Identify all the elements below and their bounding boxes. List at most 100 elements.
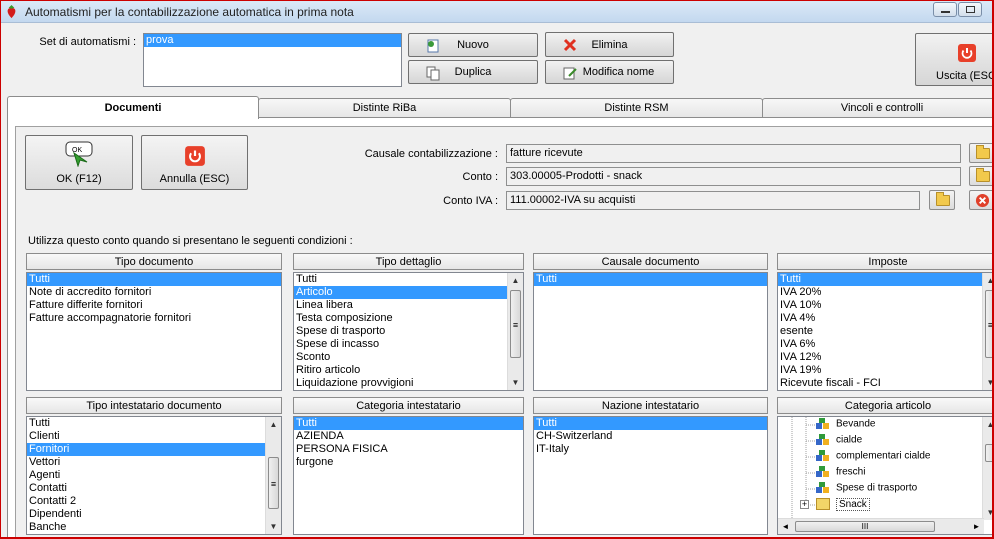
tree-node-cialde[interactable]: cialde	[816, 434, 862, 450]
tree-node-complementari-cialde[interactable]: complementari cialde	[816, 450, 931, 466]
list-item[interactable]: Testa composizione	[294, 312, 523, 325]
scroll-down-arrow[interactable]: ▼	[983, 505, 992, 520]
tree-node-spese-trasporto[interactable]: Spese di trasporto	[816, 482, 917, 498]
set-item[interactable]: prova	[144, 34, 401, 47]
scroll-down-arrow[interactable]: ▼	[508, 375, 523, 390]
horizontal-scrollbar[interactable]: ◄ III ►	[778, 518, 984, 534]
maximize-button[interactable]	[958, 2, 982, 17]
vertical-scrollbar[interactable]: ▲ ▼	[982, 417, 992, 520]
list-item[interactable]: Vettori	[27, 456, 281, 469]
list-item[interactable]: Liquidazione provvigioni	[294, 377, 523, 390]
tipo-dettaglio-list[interactable]: Tutti Articolo Linea libera Testa compos…	[293, 272, 524, 391]
list-item[interactable]: Tutti	[27, 273, 281, 286]
list-item[interactable]: Linea libera	[294, 299, 523, 312]
list-item[interactable]: CH-Switzerland	[534, 430, 767, 443]
scroll-thumb[interactable]: III	[795, 521, 935, 532]
causale-browse-button[interactable]	[969, 143, 992, 163]
scroll-down-arrow[interactable]: ▼	[266, 519, 281, 534]
scroll-up-arrow[interactable]: ▲	[266, 417, 281, 432]
scroll-up-arrow[interactable]: ▲	[983, 273, 992, 288]
list-item[interactable]: IVA 12%	[778, 351, 992, 364]
modifica-nome-button[interactable]: Modifica nome	[545, 60, 674, 84]
vertical-scrollbar[interactable]: ▲ ≡ ▼	[507, 273, 523, 390]
power-icon	[958, 44, 976, 62]
list-item[interactable]: Articolo	[294, 286, 507, 299]
categoria-intestatario-list[interactable]: Tutti AZIENDA PERSONA FISICA furgone	[293, 416, 524, 535]
causale-field[interactable]: fatture ricevute	[506, 144, 961, 163]
list-item[interactable]: IVA 20%	[778, 286, 992, 299]
tree-node-freschi[interactable]: freschi	[816, 466, 865, 482]
list-item[interactable]: IVA 4%	[778, 312, 992, 325]
list-item[interactable]: IT-Italy	[534, 443, 767, 456]
conto-iva-browse-button[interactable]	[929, 190, 955, 210]
list-item[interactable]: Ricevute fiscali - FCI	[778, 377, 992, 390]
tab-distinte-rsm[interactable]: Distinte RSM	[510, 98, 763, 118]
categoria-articolo-tree[interactable]: Bevande cialde complementari cialde fres…	[777, 416, 992, 535]
new-document-icon	[427, 39, 439, 53]
list-item[interactable]: Banche	[27, 521, 281, 534]
conto-field[interactable]: 303.00005-Prodotti - snack	[506, 167, 961, 186]
duplica-button[interactable]: Duplica	[408, 60, 538, 84]
list-item[interactable]: Tutti	[27, 417, 281, 430]
elimina-button[interactable]: Elimina	[545, 32, 674, 57]
list-item[interactable]: Agenti	[27, 469, 281, 482]
scroll-left-arrow[interactable]: ◄	[778, 519, 793, 534]
list-item[interactable]: furgone	[294, 456, 523, 469]
list-item[interactable]: Clienti	[27, 430, 281, 443]
list-item[interactable]: Note di accredito fornitori	[27, 286, 281, 299]
list-item[interactable]: Spese di incasso	[294, 338, 523, 351]
window-title: Automatismi per la contabilizzazione aut…	[25, 5, 354, 19]
set-list[interactable]: prova	[143, 33, 402, 87]
scroll-up-arrow[interactable]: ▲	[508, 273, 523, 288]
list-item[interactable]: Tutti	[294, 417, 523, 430]
tree-node-snack[interactable]: Snack	[816, 497, 870, 514]
scroll-thumb[interactable]	[985, 444, 992, 462]
list-item[interactable]: Ritiro articolo	[294, 364, 523, 377]
minimize-button[interactable]	[933, 2, 957, 17]
expand-plus-icon[interactable]: +	[800, 500, 809, 509]
tipo-documento-title: Tipo documento	[26, 253, 282, 270]
annulla-button[interactable]: Annulla (ESC)	[141, 135, 248, 190]
ok-button[interactable]: OK OK (F12)	[25, 135, 133, 190]
list-item[interactable]: Tutti	[294, 273, 507, 286]
list-item[interactable]: Tutti	[778, 273, 992, 286]
scroll-thumb[interactable]: ≡	[268, 457, 279, 509]
list-item[interactable]: Dipendenti	[27, 508, 281, 521]
imposte-list[interactable]: Tutti IVA 20% IVA 10% IVA 4% esente IVA …	[777, 272, 992, 391]
list-item[interactable]: Fatture accompagnatorie fornitori	[27, 312, 281, 325]
list-item[interactable]: Spese di trasporto	[294, 325, 523, 338]
tab-documenti[interactable]: Documenti	[7, 96, 259, 119]
scroll-down-arrow[interactable]: ▼	[983, 375, 992, 390]
tipo-documento-list[interactable]: Tutti Note di accredito fornitori Fattur…	[26, 272, 282, 391]
conto-browse-button[interactable]	[969, 166, 992, 186]
tab-vincoli-controlli[interactable]: Vincoli e controlli	[762, 98, 992, 118]
scroll-thumb[interactable]: ≡	[510, 290, 521, 358]
list-item[interactable]: Contatti 2	[27, 495, 281, 508]
scroll-thumb[interactable]: ≡	[985, 290, 992, 358]
vertical-scrollbar[interactable]: ▲ ≡ ▼	[982, 273, 992, 390]
list-item[interactable]: Fornitori	[27, 443, 265, 456]
list-item[interactable]: IVA 10%	[778, 299, 992, 312]
list-item[interactable]: Tutti	[534, 273, 767, 286]
scroll-up-arrow[interactable]: ▲	[983, 417, 992, 432]
conto-iva-field[interactable]: 111.00002-IVA su acquisti	[506, 191, 920, 210]
uscita-button[interactable]: Uscita (ESC)	[915, 33, 992, 86]
nuovo-button[interactable]: Nuovo	[408, 33, 538, 57]
tree-node-bevande[interactable]: Bevande	[816, 418, 875, 434]
list-item[interactable]: PERSONA FISICA	[294, 443, 523, 456]
causale-documento-list[interactable]: Tutti	[533, 272, 768, 391]
list-item[interactable]: Tutti	[534, 417, 767, 430]
list-item[interactable]: IVA 19%	[778, 364, 992, 377]
list-item[interactable]: Sconto	[294, 351, 523, 364]
list-item[interactable]: IVA 6%	[778, 338, 992, 351]
list-item[interactable]: Fatture differite fornitori	[27, 299, 281, 312]
tab-distinte-riba[interactable]: Distinte RiBa	[258, 98, 511, 118]
list-item[interactable]: AZIENDA	[294, 430, 523, 443]
vertical-scrollbar[interactable]: ▲ ≡ ▼	[265, 417, 281, 534]
list-item[interactable]: Contatti	[27, 482, 281, 495]
conto-iva-clear-button[interactable]	[969, 190, 992, 210]
nazione-intestatario-list[interactable]: Tutti CH-Switzerland IT-Italy	[533, 416, 768, 535]
tipo-intestatario-list[interactable]: Tutti Clienti Fornitori Vettori Agenti C…	[26, 416, 282, 535]
list-item[interactable]: esente	[778, 325, 992, 338]
scroll-right-arrow[interactable]: ►	[969, 519, 984, 534]
